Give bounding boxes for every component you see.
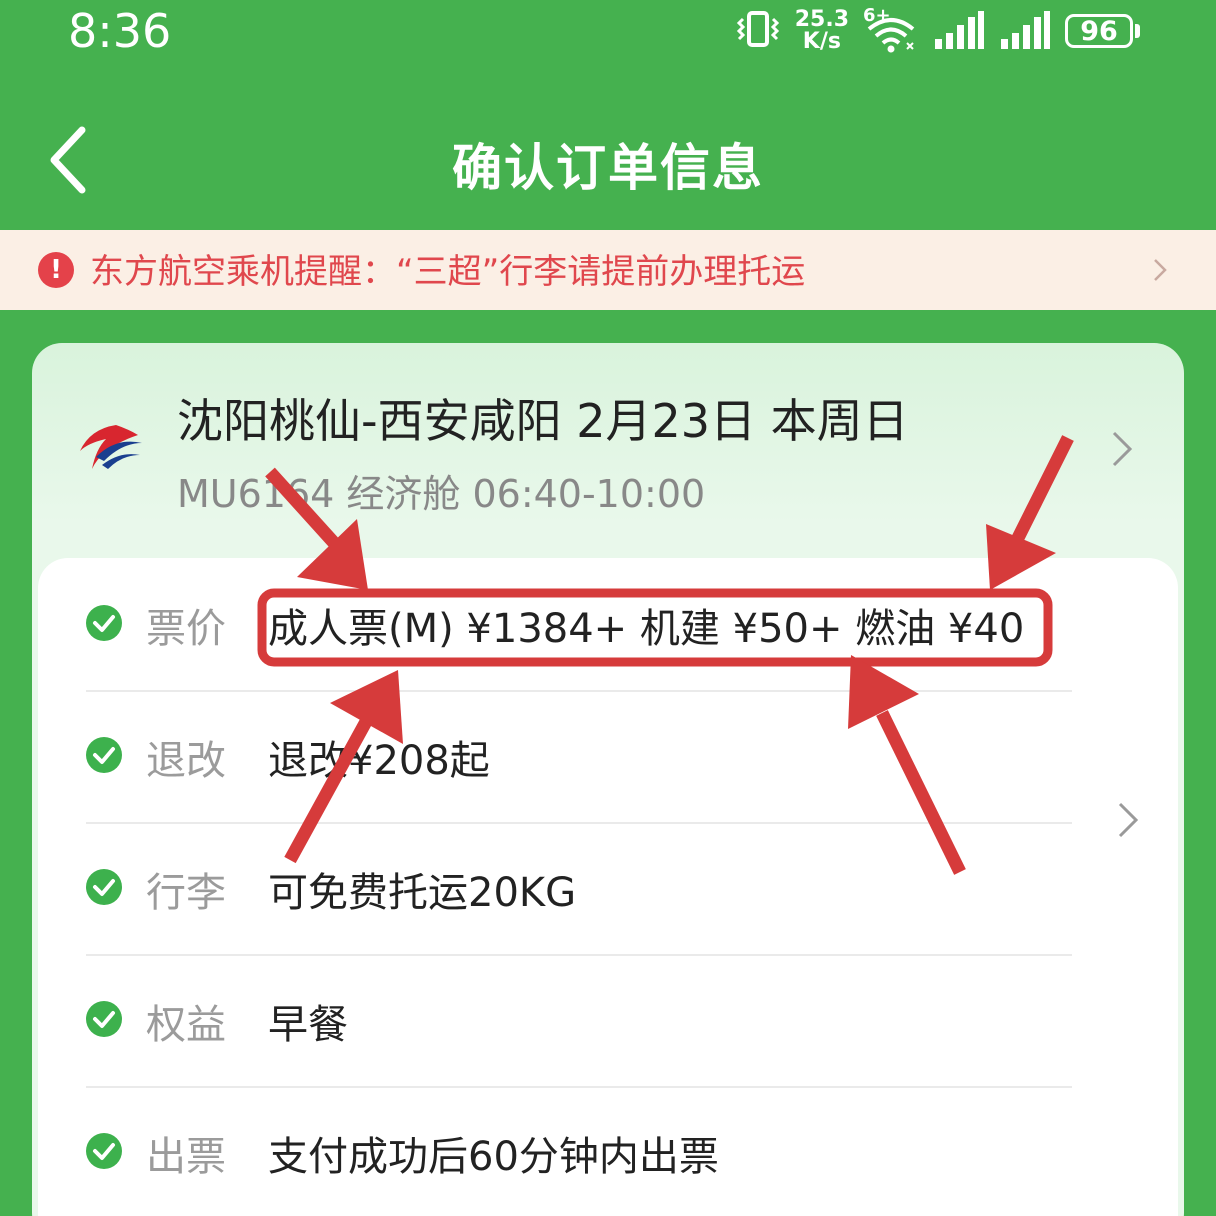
status-time: 8:36 <box>68 4 172 58</box>
battery-tip <box>1135 24 1140 38</box>
check-circle-icon <box>86 1133 122 1169</box>
check-circle-icon <box>86 737 122 773</box>
flight-summary[interactable]: 沈阳桃仙-西安咸阳 2月23日 本周日 MU6164 经济舱 06:40-10:… <box>32 343 1184 558</box>
route-title: 沈阳桃仙-西安咸阳 2月23日 本周日 <box>177 394 909 448</box>
order-card: 沈阳桃仙-西安咸阳 2月23日 本周日 MU6164 经济舱 06:40-10:… <box>32 343 1184 1216</box>
detail-row-ticketing: 出票 支付成功后60分钟内出票 <box>86 1086 1072 1216</box>
detail-panel[interactable]: 票价 成人票(M) ¥1384+ 机建 ¥50+ 燃油 ¥40 退改 退改¥20… <box>38 558 1178 1216</box>
china-eastern-logo <box>80 425 142 469</box>
net-speed-value: 25.3 <box>794 7 849 32</box>
detail-row-refund: 退改 退改¥208起 <box>86 690 1072 824</box>
chevron-right-icon <box>1118 802 1139 838</box>
row-label: 行李 <box>146 870 226 916</box>
notice-text: 东方航空乘机提醒：“三超”行李请提前办理托运 <box>90 252 806 292</box>
detail-row-baggage: 行李 可免费托运20KG <box>86 822 1072 956</box>
net-speed: 25.3 K/s <box>795 9 849 53</box>
signal-icon <box>933 9 985 53</box>
row-value: 退改¥208起 <box>268 738 490 784</box>
notice-banner[interactable]: ! 东方航空乘机提醒：“三超”行李请提前办理托运 <box>0 230 1216 310</box>
page-title: 确认订单信息 <box>452 139 764 197</box>
check-circle-icon <box>86 1001 122 1037</box>
row-label: 权益 <box>146 1002 226 1048</box>
row-value: 支付成功后60分钟内出票 <box>268 1134 719 1180</box>
row-label: 票价 <box>146 606 226 652</box>
battery-level: 96 <box>1065 14 1133 48</box>
battery-icon: 96 <box>1065 14 1140 48</box>
check-circle-icon <box>86 869 122 905</box>
wifi-icon: 6+ <box>863 5 919 53</box>
chevron-right-icon <box>1112 431 1133 467</box>
detail-row-price: 票价 成人票(M) ¥1384+ 机建 ¥50+ 燃油 ¥40 <box>86 558 1072 692</box>
chevron-right-icon <box>1154 259 1167 281</box>
net-speed-unit: K/s <box>802 29 841 54</box>
row-value: 成人票(M) ¥1384+ 机建 ¥50+ 燃油 ¥40 <box>268 606 1025 652</box>
detail-row-benefits: 权益 早餐 <box>86 954 1072 1088</box>
row-value: 可免费托运20KG <box>268 870 577 916</box>
status-icons: 25.3 K/s 6+ 96 <box>735 5 1140 54</box>
row-label: 出票 <box>146 1134 226 1180</box>
check-circle-icon <box>86 605 122 641</box>
flight-info: MU6164 经济舱 06:40-10:00 <box>177 472 706 516</box>
row-label: 退改 <box>146 738 226 784</box>
status-bar: 8:36 25.3 K/s 6+ 96 <box>0 0 1216 70</box>
signal-icon <box>999 9 1051 53</box>
row-value: 早餐 <box>268 1002 348 1048</box>
exclamation-icon: ! <box>38 252 74 288</box>
vibrate-icon <box>735 9 781 53</box>
nav-bar: 确认订单信息 <box>0 70 1216 230</box>
